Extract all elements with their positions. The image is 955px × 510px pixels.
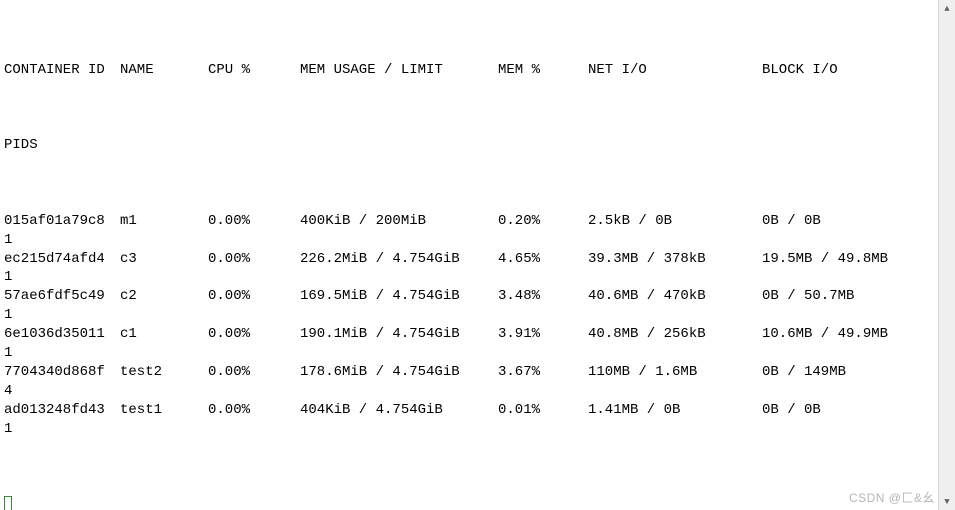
cell-name: m1	[120, 212, 208, 231]
cell-cpu: 0.00%	[208, 287, 300, 306]
cell-mem-pct: 0.01%	[498, 401, 588, 420]
cell-mem-usage: 178.6MiB / 4.754GiB	[300, 363, 498, 382]
hdr-net-io: NET I/O	[588, 61, 762, 80]
cell-name: c3	[120, 250, 208, 269]
cell-pids: 1	[4, 231, 120, 250]
table-row: 6e1036d35011c10.00%190.1MiB / 4.754GiB3.…	[4, 325, 934, 344]
cell-pids: 1	[4, 268, 120, 287]
cell-pids: 4	[4, 382, 120, 401]
cell-cpu: 0.00%	[208, 401, 300, 420]
cell-block-io: 0B / 0B	[762, 401, 934, 420]
cell-mem-pct: 3.67%	[498, 363, 588, 382]
cell-mem-usage: 169.5MiB / 4.754GiB	[300, 287, 498, 306]
cell-block-io: 0B / 50.7MB	[762, 287, 934, 306]
table-row-wrap: 1	[4, 344, 934, 363]
cell-name: c2	[120, 287, 208, 306]
cell-cpu: 0.00%	[208, 325, 300, 344]
cell-mem-usage: 190.1MiB / 4.754GiB	[300, 325, 498, 344]
table-row-wrap: 4	[4, 382, 934, 401]
cell-container-id: 015af01a79c8	[4, 212, 120, 231]
terminal-output[interactable]: CONTAINER ID NAME CPU % MEM USAGE / LIMI…	[0, 0, 938, 510]
scroll-up-button[interactable]: ▲	[939, 0, 955, 17]
cell-mem-usage: 400KiB / 200MiB	[300, 212, 498, 231]
table-header-wrap: PIDS	[4, 136, 934, 155]
cell-mem-pct: 0.20%	[498, 212, 588, 231]
cell-name: test1	[120, 401, 208, 420]
table-header: CONTAINER ID NAME CPU % MEM USAGE / LIMI…	[4, 61, 934, 80]
prompt-line	[4, 495, 934, 510]
cell-mem-usage: 226.2MiB / 4.754GiB	[300, 250, 498, 269]
vertical-scrollbar[interactable]: ▲ ▼	[938, 0, 955, 510]
cell-pids: 1	[4, 344, 120, 363]
hdr-pids: PIDS	[4, 136, 120, 155]
hdr-mem-usage: MEM USAGE / LIMIT	[300, 61, 498, 80]
hdr-cpu: CPU %	[208, 61, 300, 80]
table-row-wrap: 1	[4, 268, 934, 287]
cell-block-io: 10.6MB / 49.9MB	[762, 325, 934, 344]
hdr-container-id: CONTAINER ID	[4, 61, 120, 80]
table-row-wrap: 1	[4, 420, 934, 439]
cell-net-io: 2.5kB / 0B	[588, 212, 762, 231]
cell-net-io: 1.41MB / 0B	[588, 401, 762, 420]
cell-net-io: 40.6MB / 470kB	[588, 287, 762, 306]
table-row-wrap: 1	[4, 306, 934, 325]
hdr-name: NAME	[120, 61, 208, 80]
cell-net-io: 40.8MB / 256kB	[588, 325, 762, 344]
hdr-block-io: BLOCK I/O	[762, 61, 934, 80]
cursor-icon	[4, 496, 12, 510]
cell-container-id: 7704340d868f	[4, 363, 120, 382]
cell-mem-pct: 4.65%	[498, 250, 588, 269]
cell-name: test2	[120, 363, 208, 382]
cell-container-id: ec215d74afd4	[4, 250, 120, 269]
hdr-mem-pct: MEM %	[498, 61, 588, 80]
cell-container-id: 57ae6fdf5c49	[4, 287, 120, 306]
cell-name: c1	[120, 325, 208, 344]
table-row: 7704340d868ftest20.00%178.6MiB / 4.754Gi…	[4, 363, 934, 382]
table-row: ec215d74afd4c30.00%226.2MiB / 4.754GiB4.…	[4, 250, 934, 269]
cell-cpu: 0.00%	[208, 212, 300, 231]
table-row: ad013248fd43test10.00%404KiB / 4.754GiB0…	[4, 401, 934, 420]
scroll-down-button[interactable]: ▼	[939, 493, 955, 510]
cell-mem-pct: 3.48%	[498, 287, 588, 306]
cell-block-io: 19.5MB / 49.8MB	[762, 250, 934, 269]
cell-block-io: 0B / 0B	[762, 212, 934, 231]
cell-container-id: 6e1036d35011	[4, 325, 120, 344]
cell-net-io: 39.3MB / 378kB	[588, 250, 762, 269]
cell-mem-pct: 3.91%	[498, 325, 588, 344]
table-row: 015af01a79c8m10.00%400KiB / 200MiB0.20%2…	[4, 212, 934, 231]
cell-container-id: ad013248fd43	[4, 401, 120, 420]
cell-net-io: 110MB / 1.6MB	[588, 363, 762, 382]
cell-block-io: 0B / 149MB	[762, 363, 934, 382]
cell-mem-usage: 404KiB / 4.754GiB	[300, 401, 498, 420]
cell-pids: 1	[4, 306, 120, 325]
cell-cpu: 0.00%	[208, 363, 300, 382]
table-row: 57ae6fdf5c49c20.00%169.5MiB / 4.754GiB3.…	[4, 287, 934, 306]
table-row-wrap: 1	[4, 231, 934, 250]
cell-pids: 1	[4, 420, 120, 439]
cell-cpu: 0.00%	[208, 250, 300, 269]
